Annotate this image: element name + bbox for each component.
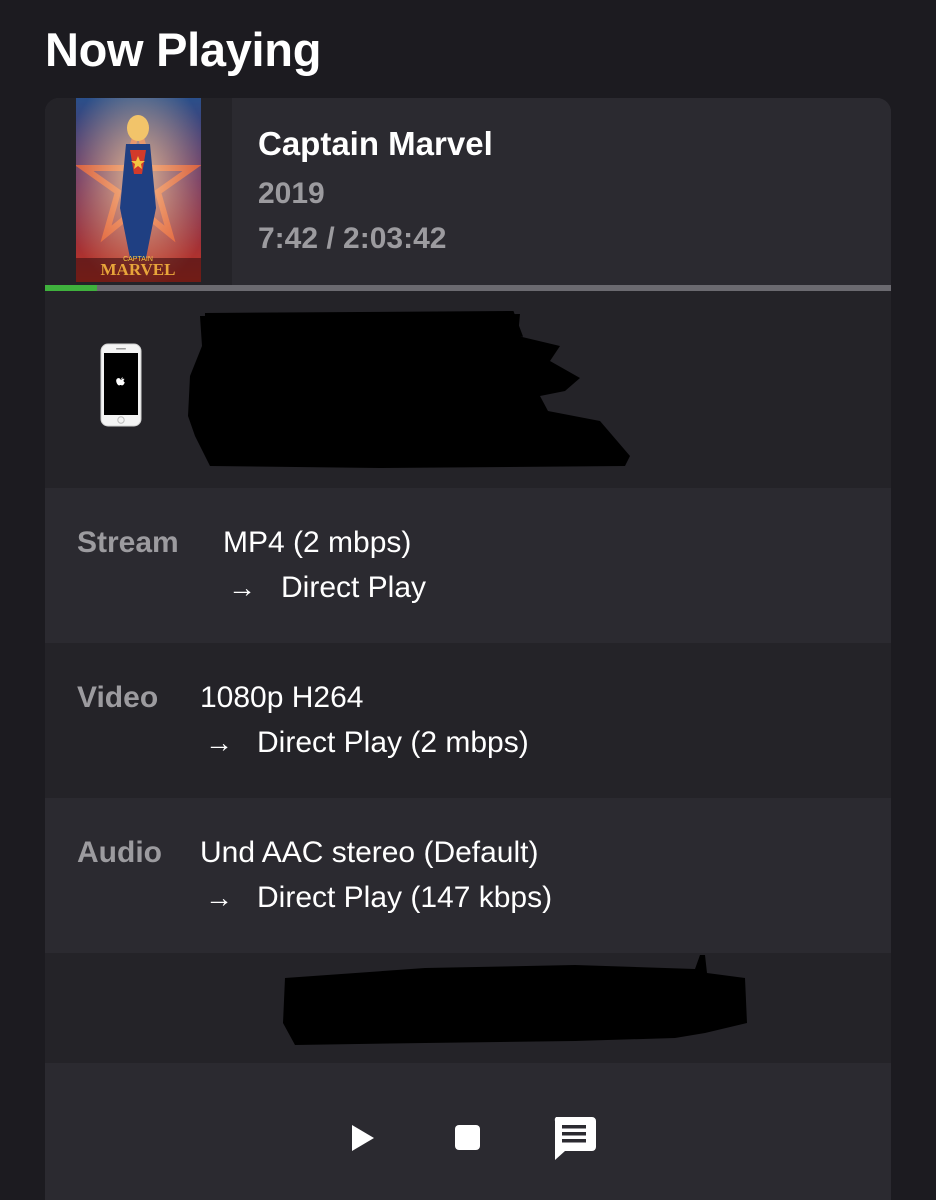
arrow-right-icon: → (228, 572, 256, 603)
stream-decision: Direct Play (281, 571, 427, 604)
iphone-icon (100, 343, 142, 427)
media-header: CAPTAIN MARVEL Captain Marvel 2019 7:42 … (45, 98, 891, 285)
video-section: Video 1080p H264 → Direct Play (2 mbps) (45, 643, 891, 798)
page-title: Now Playing (45, 23, 322, 76)
audio-value: Und AAC stereo (Default) (200, 836, 539, 869)
media-title[interactable]: Captain Marvel (258, 125, 493, 163)
audio-section: Audio Und AAC stereo (Default) → Direct … (45, 798, 891, 953)
redacted-location-info (283, 955, 747, 1045)
subtitles-icon[interactable] (551, 1115, 597, 1161)
arrow-right-icon: → (205, 727, 233, 758)
device-row (45, 291, 891, 488)
video-label: Video (77, 681, 159, 714)
stream-label: Stream (77, 526, 179, 559)
video-value: 1080p H264 (200, 681, 364, 714)
redacted-device-info (188, 310, 630, 468)
arrow-right-icon: → (205, 882, 233, 913)
poster-column: CAPTAIN MARVEL (45, 98, 232, 285)
now-playing-screen: Now Playing CAPTAIN MARVEL Captain Marve… (0, 0, 936, 1200)
stream-section: Stream MP4 (2 mbps) → Direct Play (45, 488, 891, 643)
playback-controls (45, 1063, 891, 1200)
session-card[interactable]: CAPTAIN MARVEL Captain Marvel 2019 7:42 … (45, 98, 891, 1200)
poster-text: MARVEL (101, 260, 176, 279)
playback-position: 7:42 / 2:03:42 (258, 222, 447, 255)
poster-image: CAPTAIN MARVEL (76, 98, 201, 282)
audio-label: Audio (77, 836, 162, 869)
video-decision: Direct Play (2 mbps) (257, 726, 529, 759)
media-year: 2019 (258, 177, 325, 210)
audio-decision: Direct Play (147 kbps) (257, 881, 553, 914)
stop-icon[interactable] (454, 1124, 481, 1151)
stream-value: MP4 (2 mbps) (223, 526, 412, 559)
location-row (45, 953, 891, 1063)
play-icon[interactable] (350, 1124, 376, 1152)
